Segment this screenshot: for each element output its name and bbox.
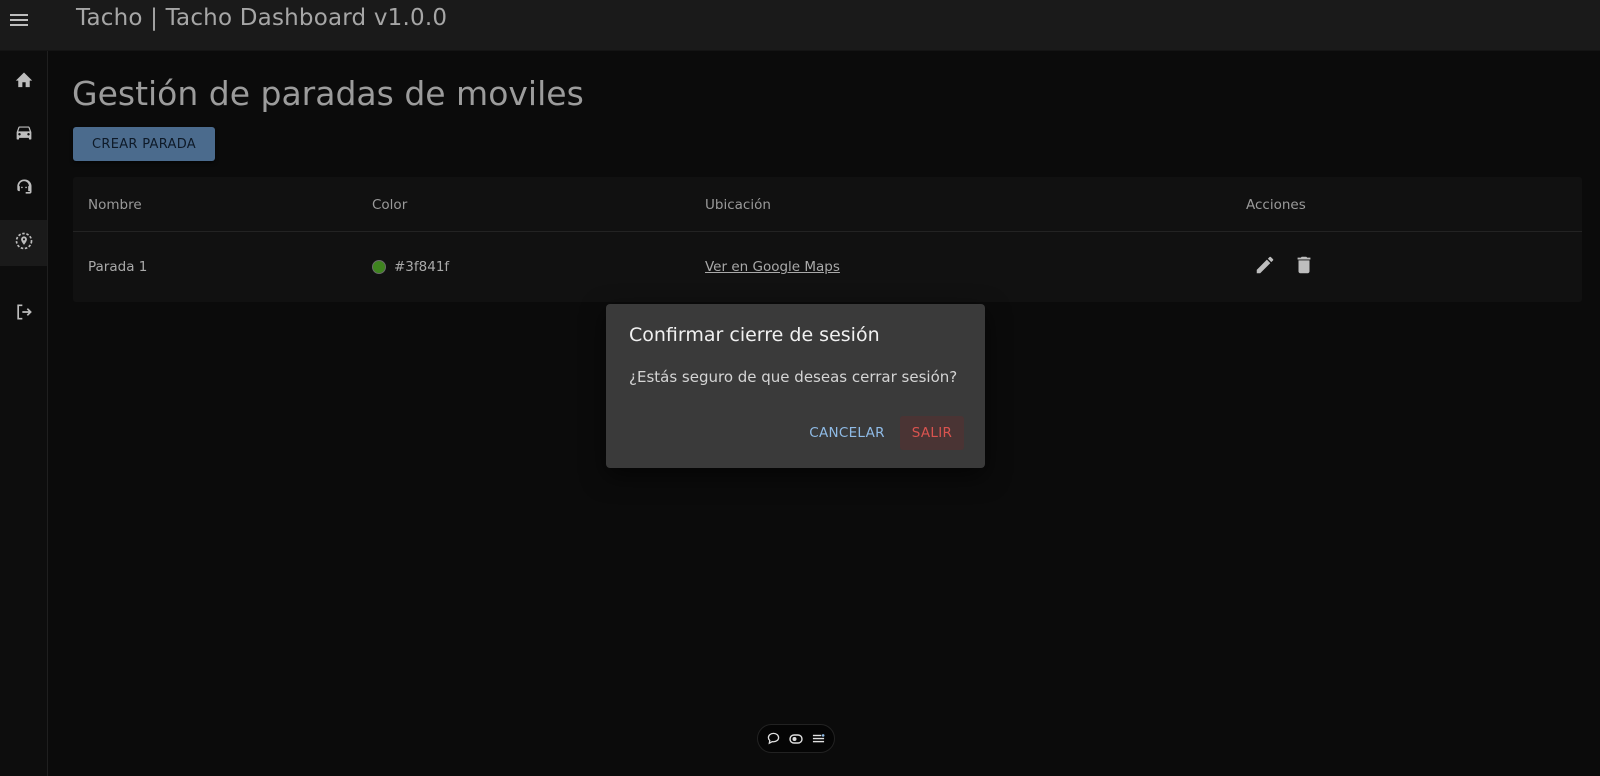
sidebar-item-vehicles[interactable] bbox=[0, 112, 47, 158]
stop-color: #3f841f bbox=[372, 259, 449, 275]
cancel-button[interactable]: CANCELAR bbox=[802, 416, 892, 450]
exit-button[interactable]: SALIR bbox=[900, 416, 964, 450]
dialog-message: ¿Estás seguro de que deseas cerrar sesió… bbox=[629, 368, 958, 386]
stop-name: Parada 1 bbox=[88, 259, 148, 275]
color-swatch bbox=[372, 260, 386, 274]
sidebar-item-home[interactable] bbox=[0, 58, 47, 104]
sidebar-item-drivers[interactable] bbox=[0, 166, 47, 212]
delete-icon[interactable] bbox=[1293, 254, 1317, 278]
column-header-name: Nombre bbox=[88, 197, 142, 213]
logout-icon bbox=[14, 302, 34, 326]
stop-location: Ver en Google Maps bbox=[705, 259, 840, 275]
chat-icon[interactable] bbox=[767, 732, 781, 746]
sidebar-item-stops[interactable] bbox=[0, 220, 47, 266]
location-stop-icon bbox=[14, 231, 34, 255]
edit-icon[interactable] bbox=[1254, 254, 1278, 278]
column-header-location: Ubicación bbox=[705, 197, 771, 213]
table-divider bbox=[73, 231, 1582, 232]
settings-list-icon[interactable] bbox=[812, 732, 826, 746]
stops-table: Nombre Color Ubicación Acciones Parada 1… bbox=[73, 177, 1582, 302]
toggle-icon[interactable] bbox=[789, 732, 803, 746]
home-icon bbox=[14, 70, 34, 92]
floating-toolbar bbox=[757, 724, 835, 753]
support-agent-icon bbox=[14, 177, 34, 201]
google-maps-link[interactable]: Ver en Google Maps bbox=[705, 259, 840, 275]
column-header-actions: Acciones bbox=[1246, 197, 1306, 213]
column-header-color: Color bbox=[372, 197, 408, 213]
color-hex: #3f841f bbox=[394, 259, 450, 275]
car-icon bbox=[14, 124, 34, 146]
sidebar-item-logout[interactable] bbox=[0, 291, 47, 337]
app-title: Tacho | Tacho Dashboard v1.0.0 bbox=[76, 5, 448, 31]
sidebar bbox=[0, 51, 48, 776]
create-stop-button[interactable]: CREAR PARADA bbox=[73, 127, 215, 161]
dialog-title: Confirmar cierre de sesión bbox=[629, 324, 880, 346]
menu-icon[interactable] bbox=[0, 0, 37, 40]
logout-dialog: Confirmar cierre de sesión ¿Estás seguro… bbox=[606, 304, 985, 468]
app-bar: Tacho | Tacho Dashboard v1.0.0 bbox=[0, 0, 1600, 51]
page-title: Gestión de paradas de moviles bbox=[72, 74, 584, 113]
